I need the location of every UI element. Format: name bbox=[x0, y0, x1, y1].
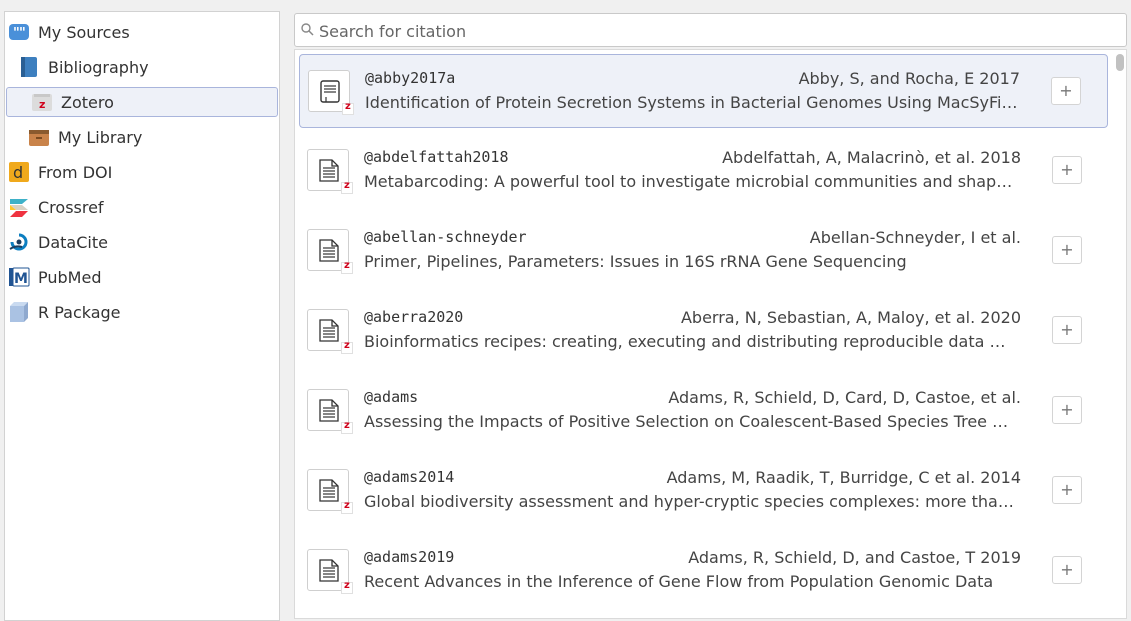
zotero-badge-icon bbox=[341, 580, 353, 594]
svg-text:z: z bbox=[39, 98, 45, 111]
zotero-badge-icon bbox=[341, 180, 353, 194]
citation-authors: Aberra, N, Sebastian, A, Maloy, et al. 2… bbox=[680, 308, 1021, 327]
source-item-label: Bibliography bbox=[48, 57, 149, 77]
citation-key: @abby2017a bbox=[365, 69, 456, 87]
search-icon bbox=[301, 23, 314, 36]
citation-row[interactable]: @adams2014 Adams, M, Raadik, T, Burridge,… bbox=[299, 454, 1108, 528]
citation-title: Metabarcoding: A powerful tool to invest… bbox=[364, 172, 1013, 191]
source-item-my-library[interactable]: My Library bbox=[28, 122, 142, 152]
citation-search-box[interactable] bbox=[294, 13, 1127, 47]
list-scrollbar[interactable] bbox=[1116, 54, 1124, 614]
search-input[interactable] bbox=[317, 18, 1111, 44]
svg-text:M: M bbox=[14, 271, 28, 287]
citation-key: @abellan-schneyder bbox=[364, 228, 527, 246]
citation-title: Global biodiversity assessment and hyper… bbox=[364, 492, 1014, 511]
crossref-icon bbox=[8, 196, 30, 218]
citation-row[interactable]: @aberra2020 Aberra, N, Sebastian, A, Malo… bbox=[299, 294, 1108, 368]
add-citation-button[interactable]: + bbox=[1052, 556, 1082, 584]
source-item-crossref[interactable]: Crossref bbox=[8, 192, 104, 222]
citation-authors: Adams, R, Schield, D, Card, D, Castoe, e… bbox=[668, 388, 1021, 407]
document-icon bbox=[319, 239, 339, 262]
zotero-badge-icon bbox=[342, 101, 354, 115]
citation-authors: Adams, R, Schield, D, and Castoe, T 2019 bbox=[688, 548, 1021, 567]
citation-key: @aberra2020 bbox=[364, 308, 464, 326]
document-icon bbox=[319, 399, 339, 422]
source-item-label: Zotero bbox=[61, 92, 114, 112]
source-item-label: PubMed bbox=[38, 267, 102, 287]
source-item-datacite[interactable]: DataCite bbox=[8, 227, 108, 257]
datacite-icon bbox=[8, 231, 30, 253]
citation-key: @adams2014 bbox=[364, 468, 455, 486]
citation-list[interactable]: @abby2017a Abby, S, and Rocha, E 2017 Iden… bbox=[294, 49, 1127, 619]
zotero-badge-icon bbox=[341, 260, 353, 274]
citation-title: Assessing the Impacts of Positive Select… bbox=[364, 412, 1009, 431]
source-item-label: DataCite bbox=[38, 232, 108, 252]
citation-key: @abdelfattah2018 bbox=[364, 148, 509, 166]
source-item-bibliography[interactable]: Bibliography bbox=[18, 52, 149, 82]
zotero-badge-icon bbox=[341, 500, 353, 514]
source-item-from-doi[interactable]: d From DOI bbox=[8, 157, 112, 187]
citation-row[interactable]: @adams Adams, R, Schield, D, Card, D, Cas… bbox=[299, 374, 1108, 448]
document-icon bbox=[319, 159, 339, 182]
source-item-label: From DOI bbox=[38, 162, 113, 182]
quote-icon: " " bbox=[8, 21, 30, 43]
library-box-icon bbox=[28, 126, 50, 148]
document-icon bbox=[319, 559, 339, 582]
citation-authors: Abdelfattah, A, Malacrinò, et al. 2018 bbox=[722, 148, 1021, 167]
document-icon bbox=[320, 80, 340, 103]
citation-row[interactable]: @adams2019 Adams, R, Schield, D, and Cast… bbox=[299, 534, 1108, 608]
scrollbar-thumb[interactable] bbox=[1116, 54, 1124, 71]
source-item-label: Crossref bbox=[38, 197, 104, 217]
add-citation-button[interactable]: + bbox=[1052, 316, 1082, 344]
source-item-label: My Sources bbox=[38, 22, 130, 42]
citation-authors: Abby, S, and Rocha, E 2017 bbox=[798, 69, 1020, 88]
source-item-label: R Package bbox=[38, 302, 121, 322]
zotero-badge-icon bbox=[341, 420, 353, 434]
citation-title: Identification of Protein Secretion Syst… bbox=[365, 93, 1018, 112]
zotero-icon: z bbox=[31, 91, 53, 113]
svg-text:": " bbox=[19, 26, 26, 41]
citation-title: Recent Advances in the Inference of Gene… bbox=[364, 572, 994, 591]
source-item-my-sources[interactable]: " " My Sources bbox=[8, 17, 130, 47]
source-item-label: My Library bbox=[58, 127, 143, 147]
document-icon bbox=[319, 319, 339, 342]
citation-key: @adams bbox=[364, 388, 419, 406]
svg-text:d: d bbox=[13, 163, 23, 182]
citation-row[interactable]: @abdelfattah2018 Abdelfattah, A, Malacrin… bbox=[299, 134, 1108, 208]
document-icon bbox=[319, 479, 339, 502]
sources-panel: " " My Sources Bibliography z Zotero My Librar… bbox=[4, 11, 280, 621]
source-item-r-package[interactable]: R Package bbox=[8, 297, 121, 327]
source-item-zotero[interactable]: z Zotero bbox=[6, 87, 278, 117]
add-citation-button[interactable]: + bbox=[1052, 476, 1082, 504]
add-citation-button[interactable]: + bbox=[1052, 396, 1082, 424]
doi-icon: d bbox=[8, 161, 30, 183]
citation-key: @adams2019 bbox=[364, 548, 455, 566]
citation-row[interactable]: @abellan-schneyder Abellan-Schneyder, I e… bbox=[299, 214, 1108, 288]
pubmed-icon: M bbox=[8, 266, 30, 288]
add-citation-button[interactable]: + bbox=[1052, 156, 1082, 184]
citation-authors: Adams, M, Raadik, T, Burridge, C et al. … bbox=[666, 468, 1021, 487]
citation-title: Bioinformatics recipes: creating, execut… bbox=[364, 332, 1006, 351]
r-package-icon bbox=[8, 301, 30, 323]
book-icon bbox=[18, 56, 40, 78]
source-item-pubmed[interactable]: M PubMed bbox=[8, 262, 101, 292]
add-citation-button[interactable]: + bbox=[1052, 236, 1082, 264]
add-citation-button[interactable]: + bbox=[1051, 77, 1081, 105]
zotero-badge-icon bbox=[341, 340, 353, 354]
citation-title: Primer, Pipelines, Parameters: Issues in… bbox=[364, 252, 907, 271]
citation-row[interactable]: @abby2017a Abby, S, and Rocha, E 2017 Iden… bbox=[299, 54, 1108, 128]
citation-authors: Abellan-Schneyder, I et al. bbox=[809, 228, 1021, 247]
